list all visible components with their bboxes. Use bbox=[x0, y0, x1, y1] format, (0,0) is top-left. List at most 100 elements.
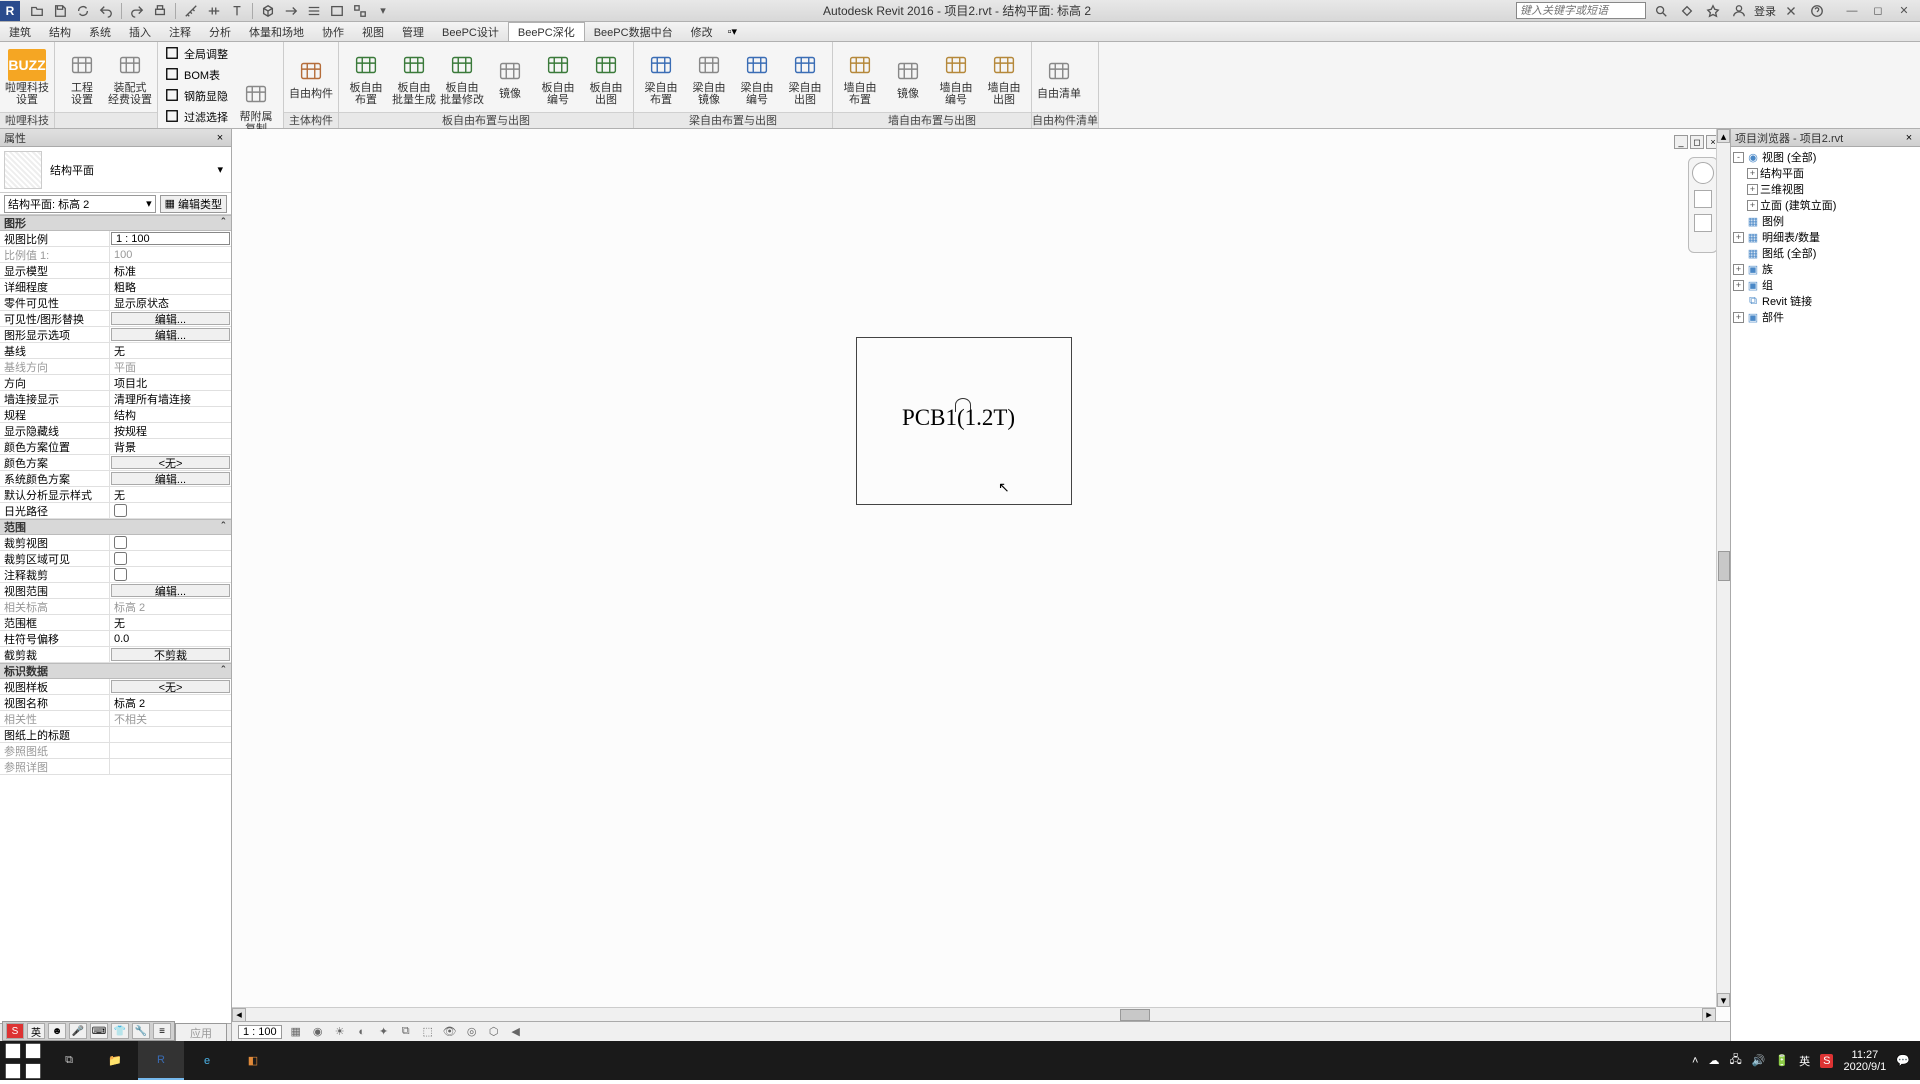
visual-style-icon[interactable]: ◉ bbox=[310, 1024, 326, 1040]
menu-结构[interactable]: 结构 bbox=[40, 22, 80, 41]
edit-type-button[interactable]: ▦ 编辑类型 bbox=[160, 195, 227, 213]
ribbon-镜像[interactable]: 镜像 bbox=[487, 44, 533, 110]
tree-node[interactable]: ▦图纸 (全部) bbox=[1733, 245, 1918, 261]
view-max-icon[interactable]: ◻ bbox=[1690, 135, 1704, 149]
tray-battery-icon[interactable]: 🔋 bbox=[1775, 1054, 1789, 1067]
canvas[interactable]: _ ◻ × PCB1(1.2T) ↖ ▴▾ ◂▸ 1 : 100 ▦ ◉ ☀ ◐… bbox=[232, 129, 1730, 1041]
menu-管理[interactable]: 管理 bbox=[393, 22, 433, 41]
ribbon-过滤选择[interactable]: 过滤选择 bbox=[162, 107, 231, 127]
ribbon-自由构件[interactable]: 自由构件 bbox=[288, 44, 334, 110]
tree-node[interactable]: +▣族 bbox=[1733, 261, 1918, 277]
tree-twisty-icon[interactable]: + bbox=[1733, 264, 1744, 275]
save-icon[interactable] bbox=[50, 1, 70, 21]
prop-value[interactable]: 显示原状态 bbox=[110, 295, 231, 310]
zoom-icon[interactable] bbox=[1694, 190, 1712, 208]
ribbon-墙自由出图[interactable]: 墙自由出图 bbox=[981, 44, 1027, 110]
tree-twisty-icon[interactable]: + bbox=[1733, 280, 1744, 291]
ribbon-墙自由布置[interactable]: 墙自由布置 bbox=[837, 44, 883, 110]
dropdown-icon[interactable]: ▾ bbox=[373, 1, 393, 21]
prop-value[interactable]: 编辑... bbox=[111, 328, 230, 341]
tree-twisty-icon[interactable]: + bbox=[1747, 168, 1758, 179]
prop-value[interactable]: 标准 bbox=[110, 263, 231, 278]
tree-node[interactable]: +▣组 bbox=[1733, 277, 1918, 293]
ribbon-梁自由布置[interactable]: 梁自由布置 bbox=[638, 44, 684, 110]
view-min-icon[interactable]: _ bbox=[1674, 135, 1688, 149]
ime-skin-icon[interactable]: 👕 bbox=[111, 1023, 129, 1039]
view-scale[interactable]: 1 : 100 bbox=[238, 1025, 282, 1039]
prop-value[interactable]: 无 bbox=[110, 615, 231, 630]
prop-value[interactable] bbox=[110, 567, 231, 582]
type-selector[interactable]: 结构平面 ▾ bbox=[0, 147, 231, 193]
menu-分析[interactable]: 分析 bbox=[200, 22, 240, 41]
tree-twisty-icon[interactable]: - bbox=[1733, 152, 1744, 163]
ime-tool-icon[interactable]: 🔧 bbox=[132, 1023, 150, 1039]
login-label[interactable]: 登录 bbox=[1754, 3, 1776, 19]
text-icon[interactable] bbox=[227, 1, 247, 21]
ribbon-钢筋显隐[interactable]: 钢筋显隐 bbox=[162, 86, 231, 106]
analytical-icon[interactable]: ⬡ bbox=[486, 1024, 502, 1040]
print-icon[interactable] bbox=[150, 1, 170, 21]
close-hidden-icon[interactable] bbox=[327, 1, 347, 21]
menu-注释[interactable]: 注释 bbox=[160, 22, 200, 41]
ime-mic-icon[interactable]: 🎤 bbox=[69, 1023, 87, 1039]
prop-value[interactable] bbox=[110, 551, 231, 566]
close-icon[interactable]: ✕ bbox=[1892, 2, 1916, 20]
prop-value[interactable]: <无> bbox=[111, 680, 230, 693]
tree-twisty-icon[interactable]: + bbox=[1747, 200, 1758, 211]
ribbon-板自由布置[interactable]: 板自由布置 bbox=[343, 44, 389, 110]
browser-close-icon[interactable]: × bbox=[1902, 132, 1916, 144]
prop-section-图形[interactable]: 图形ˆ bbox=[0, 215, 231, 231]
tree-twisty-icon[interactable]: + bbox=[1733, 312, 1744, 323]
ime-keyboard-icon[interactable]: ⌨ bbox=[90, 1023, 108, 1039]
prop-value[interactable]: 按规程 bbox=[110, 423, 231, 438]
menu-建筑[interactable]: 建筑 bbox=[0, 22, 40, 41]
tree-node[interactable]: -◉视图 (全部) bbox=[1733, 149, 1918, 165]
edge-icon[interactable]: e bbox=[184, 1041, 230, 1080]
search-icon[interactable] bbox=[1651, 1, 1671, 21]
chevron-down-icon[interactable]: ▾ bbox=[217, 163, 223, 176]
tree-twisty-icon[interactable]: + bbox=[1747, 184, 1758, 195]
ribbon-梁自由出图[interactable]: 梁自由出图 bbox=[782, 44, 828, 110]
ribbon-梁自由编号[interactable]: 梁自由编号 bbox=[734, 44, 780, 110]
ribbon-BOM表[interactable]: BOM表 bbox=[162, 65, 231, 85]
prop-value[interactable]: 无 bbox=[110, 487, 231, 502]
shadows-icon[interactable]: ◐ bbox=[354, 1024, 370, 1040]
comm-icon[interactable] bbox=[1677, 1, 1697, 21]
rendering-icon[interactable]: ✦ bbox=[376, 1024, 392, 1040]
crop-view-icon[interactable]: ⧉ bbox=[398, 1024, 414, 1040]
start-button[interactable] bbox=[0, 1041, 46, 1080]
user-icon[interactable] bbox=[1729, 1, 1749, 21]
tree-node[interactable]: +结构平面 bbox=[1733, 165, 1918, 181]
detail-level-icon[interactable]: ▦ bbox=[288, 1024, 304, 1040]
star-icon[interactable] bbox=[1703, 1, 1723, 21]
tree-node[interactable]: +▣部件 bbox=[1733, 309, 1918, 325]
prop-value[interactable] bbox=[110, 503, 231, 518]
menu-插入[interactable]: 插入 bbox=[120, 22, 160, 41]
tray-notifications-icon[interactable]: 💬 bbox=[1896, 1054, 1910, 1067]
menu-BeePC数据中台[interactable]: BeePC数据中台 bbox=[585, 22, 682, 41]
tree-node[interactable]: +▦明细表/数量 bbox=[1733, 229, 1918, 245]
menu-修改[interactable]: 修改 bbox=[682, 22, 722, 41]
tree-twisty-icon[interactable]: + bbox=[1733, 232, 1744, 243]
help-icon[interactable] bbox=[1807, 1, 1827, 21]
tree-node[interactable]: ⧉Revit 链接 bbox=[1733, 293, 1918, 309]
prop-value[interactable]: 编辑... bbox=[111, 472, 230, 485]
redo-icon[interactable] bbox=[127, 1, 147, 21]
prop-value[interactable]: <无> bbox=[111, 456, 230, 469]
unhide-icon[interactable]: 👁 bbox=[442, 1024, 458, 1040]
prop-value[interactable]: 编辑... bbox=[111, 312, 230, 325]
reveal-icon[interactable]: ◀ bbox=[508, 1024, 524, 1040]
tray-clock[interactable]: 11:272020/9/1 bbox=[1843, 1049, 1886, 1073]
vertical-scrollbar[interactable]: ▴▾ bbox=[1716, 129, 1730, 1007]
ribbon-板自由批量生成[interactable]: 板自由批量生成 bbox=[391, 44, 437, 110]
tray-onedrive-icon[interactable]: ☁ bbox=[1708, 1054, 1719, 1067]
measure-icon[interactable] bbox=[181, 1, 201, 21]
3d-icon[interactable] bbox=[258, 1, 278, 21]
menu-overflow[interactable]: ▫▾ bbox=[722, 22, 743, 41]
ime-menu-icon[interactable]: ≡ bbox=[153, 1023, 171, 1039]
ribbon-装配式经费设置[interactable]: 装配式经费设置 bbox=[107, 44, 153, 110]
ribbon-板自由批量修改[interactable]: 板自由批量修改 bbox=[439, 44, 485, 110]
prop-section-标识数据[interactable]: 标识数据ˆ bbox=[0, 663, 231, 679]
prop-value[interactable]: 不剪裁 bbox=[111, 648, 230, 661]
ribbon-啦哩科技设置[interactable]: BUZZ啦哩科技设置 bbox=[4, 44, 50, 110]
